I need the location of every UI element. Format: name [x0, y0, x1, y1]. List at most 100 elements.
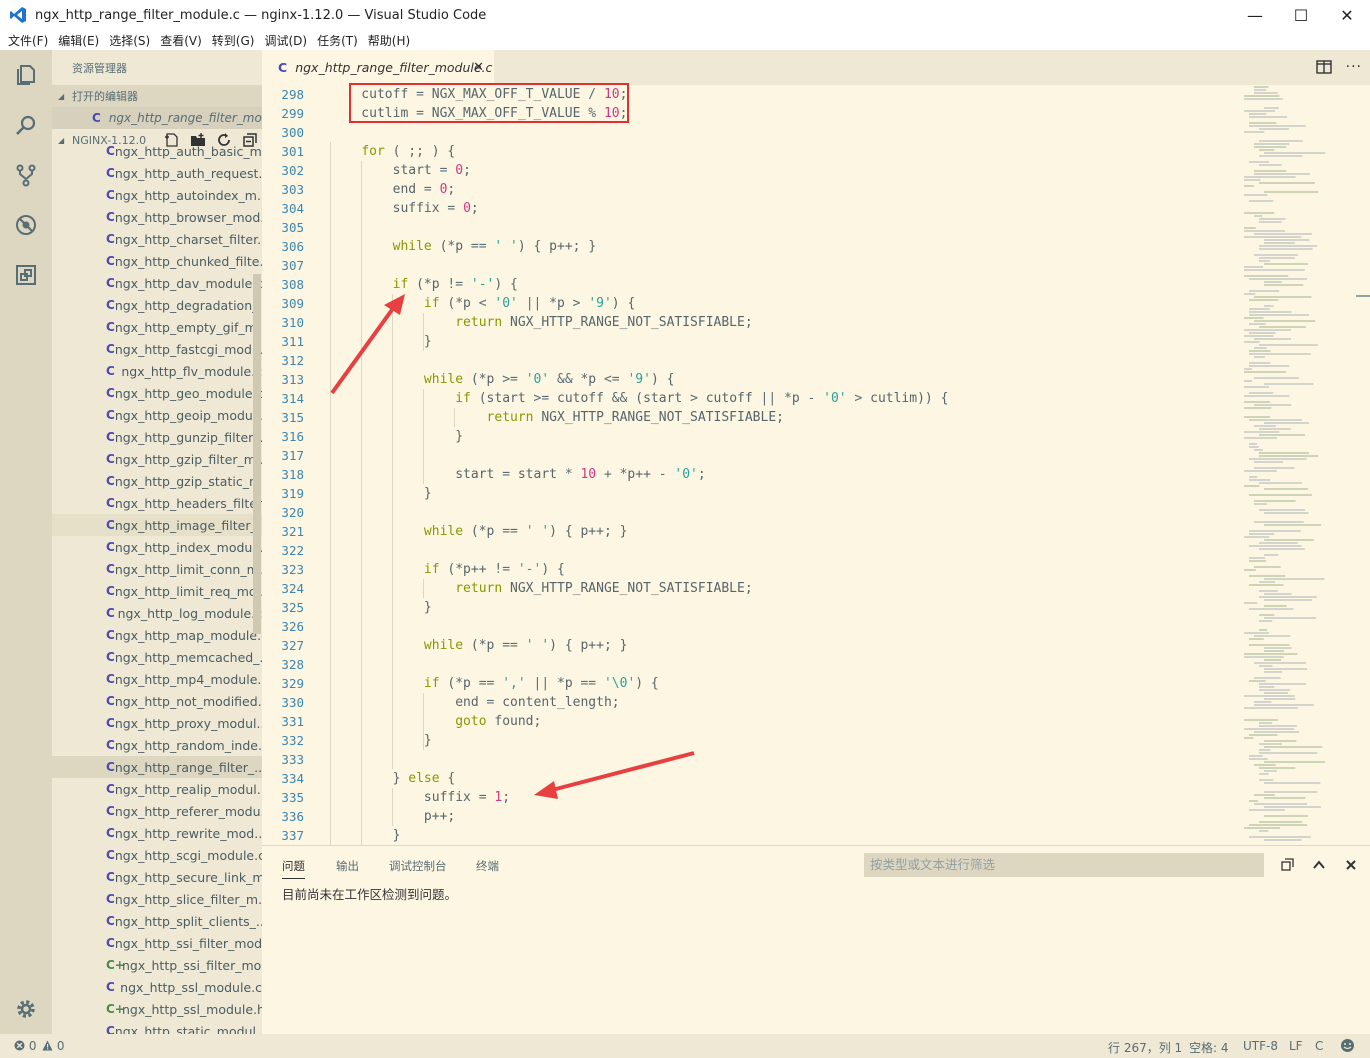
- file-name: ngx_http_gzip_filter_m...: [114, 451, 262, 467]
- more-actions-icon[interactable]: ···: [1346, 59, 1362, 75]
- file-item[interactable]: Cngx_http_ssi_filter_mod...: [52, 932, 262, 954]
- tab-terminal[interactable]: 终端: [476, 858, 499, 874]
- encoding[interactable]: UTF-8: [1243, 1039, 1278, 1053]
- menu-file[interactable]: 文件(F): [3, 32, 53, 49]
- language-mode[interactable]: C: [1315, 1039, 1323, 1053]
- c-file-icon: C: [106, 474, 115, 488]
- file-name: ngx_http_chunked_filte...: [114, 253, 262, 269]
- problems-filter-input[interactable]: 按类型或文本进行筛选: [864, 853, 1264, 877]
- settings-gear-icon[interactable]: [13, 996, 39, 1022]
- file-item[interactable]: Cngx_http_memcached_...: [52, 646, 262, 668]
- tab-label: ngx_http_range_filter_module.c: [295, 60, 493, 75]
- file-item[interactable]: Cngx_http_gunzip_filter_...: [52, 426, 262, 448]
- file-item[interactable]: Cngx_http_realip_modul...: [52, 778, 262, 800]
- close-panel-icon[interactable]: [1344, 858, 1358, 872]
- file-item[interactable]: Cngx_http_geo_module.c: [52, 382, 262, 404]
- menu-selection[interactable]: 选择(S): [104, 32, 155, 49]
- file-item[interactable]: Cngx_http_browser_mod...: [52, 206, 262, 228]
- c-file-icon: C: [106, 584, 115, 598]
- file-item[interactable]: Cngx_http_proxy_modul...: [52, 712, 262, 734]
- tab-range-filter-module[interactable]: C ngx_http_range_filter_module.c ✕: [262, 50, 494, 85]
- file-item[interactable]: Cngx_http_auth_basic_m...: [52, 140, 262, 162]
- file-item[interactable]: Cngx_http_ssl_module.c: [52, 976, 262, 998]
- file-name: ngx_http_charset_filter...: [114, 231, 262, 247]
- file-item[interactable]: Cngx_http_log_module.c: [52, 602, 262, 624]
- file-item[interactable]: Cngx_http_fastcgi_modu...: [52, 338, 262, 360]
- open-editors-header[interactable]: ◢ 打开的编辑器: [52, 85, 262, 107]
- file-item[interactable]: Cngx_http_autoindex_m...: [52, 184, 262, 206]
- menu-bar: 文件(F) 编辑(E) 选择(S) 查看(V) 转到(G) 调试(D) 任务(T…: [0, 30, 1370, 50]
- file-item[interactable]: Cngx_http_auth_request...: [52, 162, 262, 184]
- activity-bar: [0, 50, 52, 1034]
- line-ending[interactable]: LF: [1289, 1039, 1303, 1053]
- file-item[interactable]: Cngx_http_chunked_filte...: [52, 250, 262, 272]
- file-item[interactable]: Cngx_http_range_filter_...: [52, 756, 262, 778]
- expanded-arrow-icon: ◢: [58, 91, 65, 101]
- maximize-button[interactable]: ☐: [1278, 0, 1324, 30]
- debug-icon[interactable]: [13, 212, 39, 238]
- collapse-all-icon[interactable]: [1281, 858, 1295, 872]
- file-item[interactable]: Cngx_http_image_filter_...: [52, 514, 262, 536]
- source-control-icon[interactable]: [13, 162, 39, 188]
- file-item[interactable]: Cngx_http_static_modul...: [52, 1020, 262, 1035]
- warning-count[interactable]: 0: [42, 1039, 64, 1053]
- c-file-icon: C: [106, 496, 115, 510]
- menu-go[interactable]: 转到(G): [207, 32, 260, 49]
- tab-output[interactable]: 输出: [336, 858, 359, 874]
- file-item[interactable]: Cngx_http_degradation_...: [52, 294, 262, 316]
- file-name: ngx_http_slice_filter_m...: [114, 891, 262, 907]
- file-item[interactable]: Cngx_http_rewrite_mod...: [52, 822, 262, 844]
- file-item[interactable]: Cngx_http_flv_module.c: [52, 360, 262, 382]
- error-count[interactable]: 0: [14, 1039, 36, 1053]
- file-item[interactable]: Cngx_http_scgi_module.c: [52, 844, 262, 866]
- file-item[interactable]: Cngx_http_dav_module.c: [52, 272, 262, 294]
- file-name: ngx_http_rewrite_mod...: [114, 825, 262, 841]
- file-item[interactable]: Cngx_http_gzip_static_m...: [52, 470, 262, 492]
- minimize-button[interactable]: —: [1232, 0, 1278, 30]
- tab-debug-console[interactable]: 调试控制台: [389, 858, 447, 874]
- file-item[interactable]: Cngx_http_limit_conn_m...: [52, 558, 262, 580]
- file-item[interactable]: C+ ngx_http_ssl_module.h: [52, 998, 262, 1020]
- file-item[interactable]: Cngx_http_secure_link_m...: [52, 866, 262, 888]
- file-name: ngx_http_empty_gif_m...: [114, 319, 262, 335]
- menu-tasks[interactable]: 任务(T): [312, 32, 363, 49]
- file-item[interactable]: Cngx_http_not_modified...: [52, 690, 262, 712]
- file-item[interactable]: Cngx_http_random_inde...: [52, 734, 262, 756]
- explorer-icon[interactable]: [13, 62, 39, 88]
- file-item[interactable]: Cngx_http_gzip_filter_m...: [52, 448, 262, 470]
- maximize-panel-icon[interactable]: [1312, 858, 1326, 872]
- close-window-button[interactable]: ✕: [1324, 0, 1370, 30]
- file-item[interactable]: Cngx_http_referer_modu...: [52, 800, 262, 822]
- search-icon[interactable]: [13, 112, 39, 138]
- file-item[interactable]: Cngx_http_map_module.c: [52, 624, 262, 646]
- cursor-position[interactable]: 行 267，列 1: [1108, 1039, 1182, 1056]
- close-tab-icon[interactable]: ✕: [473, 60, 484, 75]
- menu-debug[interactable]: 调试(D): [259, 32, 312, 49]
- file-item[interactable]: Cngx_http_empty_gif_m...: [52, 316, 262, 338]
- file-name: ngx_http_geo_module.c: [114, 385, 262, 401]
- c-header-file-icon: C+: [106, 1002, 125, 1016]
- split-editor-icon[interactable]: [1315, 60, 1332, 74]
- feedback-smiley-icon[interactable]: [1340, 1038, 1355, 1053]
- file-item[interactable]: Cngx_http_index_modul...: [52, 536, 262, 558]
- file-item[interactable]: Cngx_http_charset_filter...: [52, 228, 262, 250]
- file-item[interactable]: Cngx_http_limit_req_mo...: [52, 580, 262, 602]
- file-item[interactable]: Cngx_http_mp4_module.c: [52, 668, 262, 690]
- extensions-icon[interactable]: [13, 262, 39, 288]
- file-name: ngx_http_image_filter_...: [114, 517, 262, 533]
- indentation[interactable]: 空格: 4: [1189, 1039, 1229, 1056]
- c-file-icon: C: [106, 826, 115, 840]
- code-editor[interactable]: 298 299 300 301 302 303 304 305 306 307 308 309 310 3…: [262, 85, 1370, 845]
- tab-problems[interactable]: 问题: [282, 858, 305, 879]
- file-item[interactable]: Cngx_http_headers_filter...: [52, 492, 262, 514]
- menu-edit[interactable]: 编辑(E): [53, 32, 104, 49]
- file-item[interactable]: Cngx_http_slice_filter_m...: [52, 888, 262, 910]
- open-editor-item[interactable]: Cngx_http_range_filter_mod...: [52, 107, 262, 129]
- file-item[interactable]: C+ngx_http_ssi_filter_mod...: [52, 954, 262, 976]
- sidebar-scrollbar[interactable]: [253, 274, 261, 634]
- file-name: ngx_http_gzip_static_m...: [114, 473, 262, 489]
- file-item[interactable]: Cngx_http_geoip_modul...: [52, 404, 262, 426]
- file-item[interactable]: Cngx_http_split_clients_...: [52, 910, 262, 932]
- menu-view[interactable]: 查看(V): [155, 32, 207, 49]
- menu-help[interactable]: 帮助(H): [363, 32, 415, 49]
